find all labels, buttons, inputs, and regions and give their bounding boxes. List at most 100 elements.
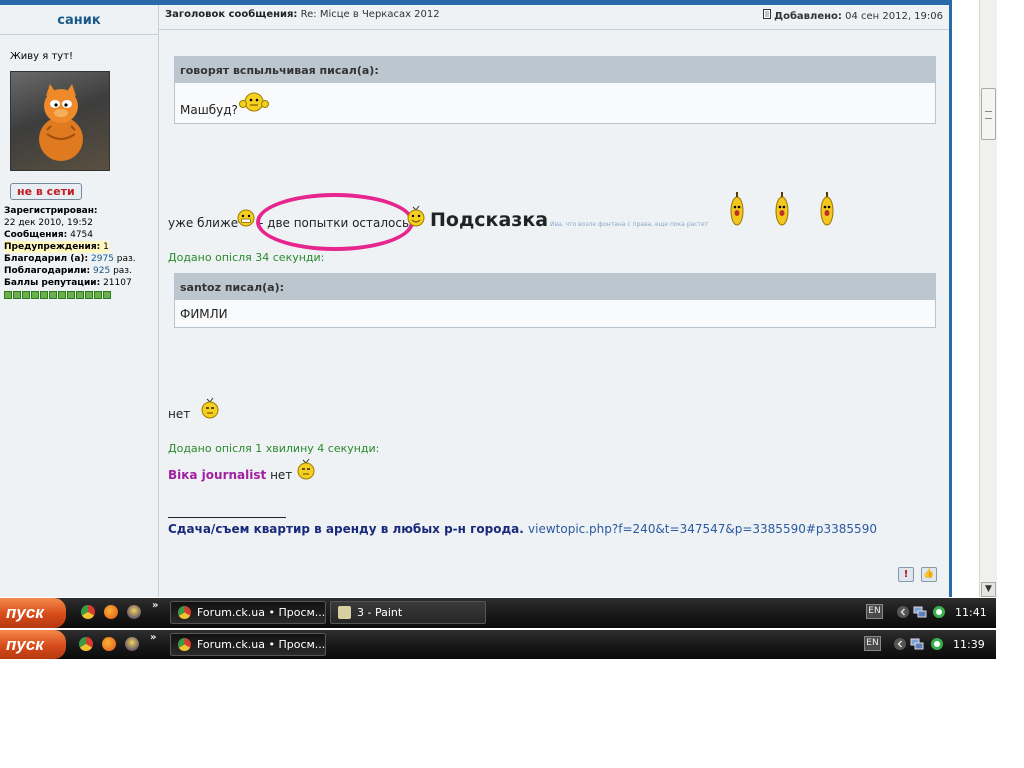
rep-square — [67, 291, 75, 299]
thanks-button[interactable]: 👍 — [921, 567, 937, 582]
post-icon — [762, 9, 771, 19]
report-button[interactable]: ! — [898, 567, 914, 582]
screenshot: саник Живу я тут! не в сети Зарегистриро… — [0, 0, 1024, 768]
registered-value: 22 дек 2010, 19:52 — [4, 218, 93, 228]
added-after-note: Додано опісля 34 секунди: — [168, 251, 325, 264]
mentioned-author: Віка journalist — [168, 468, 267, 482]
signature-text: Сдача/съем квартир в аренду в любых р-н … — [168, 522, 524, 536]
network-tray-icon[interactable] — [913, 605, 927, 619]
thanked-unit: раз. — [116, 254, 136, 264]
scrollbar-thumb[interactable] — [981, 88, 996, 140]
warnings-label: Предупреждения: — [4, 242, 101, 252]
paint-icon — [338, 606, 351, 619]
hint-dash: - — [542, 214, 547, 228]
start-button[interactable]: пуск — [0, 598, 66, 628]
rep-square — [4, 291, 12, 299]
post-text-closer: уже ближе — [168, 216, 239, 230]
unsure-smiley-icon — [201, 397, 219, 419]
reply-line: Віка journalist нет — [168, 468, 292, 482]
task-label: Forum.ck.ua • Просм... — [197, 638, 326, 651]
banana-dance-icon — [775, 192, 789, 226]
task-button-paint[interactable]: 3 - Paint — [330, 601, 486, 624]
hint-heading: Подсказка — [430, 209, 549, 231]
app-quicklaunch-icon[interactable] — [127, 605, 141, 619]
added-after-note: Додано опісля 1 хвилину 4 секунди: — [168, 442, 380, 455]
got-thanks-unit: раз. — [113, 266, 132, 276]
warnings-value: 1 — [103, 242, 109, 252]
grin-smiley-icon — [237, 209, 255, 227]
chrome-icon — [178, 638, 191, 651]
start-button[interactable]: пуск — [0, 630, 66, 659]
clock[interactable]: 11:39 — [953, 638, 985, 651]
unsure-smiley-icon — [297, 458, 315, 480]
taskbar: пуск » Forum.ck.ua • Просм... 3 - Paint … — [0, 598, 996, 628]
task-button-forum[interactable]: Forum.ck.ua • Просм... — [170, 633, 326, 656]
thanked-link[interactable]: 2975 — [91, 254, 114, 264]
username-link[interactable]: саник — [0, 13, 158, 28]
quote-header: говорят вспыльчивая писал(а): — [175, 57, 935, 83]
status-tray-icon[interactable] — [932, 605, 946, 619]
rep-square — [22, 291, 30, 299]
rep-square — [13, 291, 21, 299]
cat-avatar-image — [39, 84, 83, 161]
avatar — [10, 71, 110, 171]
subject-label: Заголовок сообщения: — [165, 9, 298, 20]
quote-header: santoz писал(а): — [175, 274, 935, 300]
rep-square — [31, 291, 39, 299]
chrome-quicklaunch-icon[interactable] — [81, 605, 95, 619]
post-header: Заголовок сообщения: Re: Місце в Черкаса… — [159, 0, 949, 30]
scroll-down-button[interactable]: ▼ — [981, 582, 996, 597]
post-subject: Заголовок сообщения: Re: Місце в Черкаса… — [165, 9, 440, 20]
user-info-column: саник Живу я тут! не в сети Зарегистриро… — [0, 5, 159, 597]
got-thanks-link[interactable]: 925 — [93, 266, 110, 276]
quote-text: Машбуд? — [180, 103, 238, 117]
taskbar: пуск » Forum.ck.ua • Просм... EN 11:39 — [0, 630, 996, 659]
post-text-no: нет — [168, 407, 191, 421]
language-indicator[interactable]: EN — [864, 636, 881, 651]
rep-square — [58, 291, 66, 299]
vertical-scrollbar[interactable]: ▼ — [979, 0, 997, 597]
quote-text: ФИМЛИ — [180, 307, 228, 321]
clock[interactable]: 11:41 — [955, 606, 987, 619]
quote-block: говорят вспыльчивая писал(а): Машбуд? — [174, 56, 936, 124]
rep-square — [49, 291, 57, 299]
chrome-quicklaunch-icon[interactable] — [79, 637, 93, 651]
hint-small-text: Ива, что возле фонтана с права, еще пока… — [550, 221, 709, 228]
signature-divider — [168, 517, 286, 518]
tray-expand-icon[interactable] — [893, 637, 907, 651]
firefox-quicklaunch-icon[interactable] — [104, 605, 118, 619]
wink-smiley-icon — [407, 205, 425, 227]
task-label: Forum.ck.ua • Просм... — [197, 606, 326, 619]
reputation-bar — [4, 291, 158, 299]
messages-label: Сообщения: — [4, 230, 68, 240]
subject-text: Re: Місце в Черкасах 2012 — [300, 9, 440, 20]
language-indicator[interactable]: EN — [866, 604, 883, 619]
signature-link[interactable]: viewtopic.php?f=240&t=347547&p=3385590#p… — [528, 522, 877, 536]
task-button-forum[interactable]: Forum.ck.ua • Просм... — [170, 601, 326, 624]
quicklaunch-more[interactable]: » — [152, 600, 158, 611]
post-text-no: нет — [270, 468, 293, 482]
registered-label: Зарегистрирован: — [4, 206, 98, 216]
rep-square — [103, 291, 111, 299]
user-stats: Зарегистрирован: 22 дек 2010, 19:52 Сооб… — [4, 205, 158, 299]
grip-icon — [985, 111, 992, 119]
messages-value: 4754 — [70, 230, 93, 240]
tray-expand-icon[interactable] — [896, 605, 910, 619]
thanked-label: Благодарил (а): — [4, 254, 89, 264]
rep-square — [40, 291, 48, 299]
warnings-row: Предупреждения: 1 — [4, 241, 109, 253]
rep-square — [76, 291, 84, 299]
user-title: Живу я тут! — [10, 51, 74, 62]
banana-dance-icon — [730, 192, 744, 226]
app-quicklaunch-icon[interactable] — [125, 637, 139, 651]
network-tray-icon[interactable] — [910, 637, 924, 651]
rep-square — [85, 291, 93, 299]
task-label: 3 - Paint — [357, 606, 403, 619]
reputation-label: Баллы репутации: — [4, 278, 101, 288]
status-tray-icon[interactable] — [930, 637, 944, 651]
firefox-quicklaunch-icon[interactable] — [102, 637, 116, 651]
banana-dance-icon — [820, 192, 834, 226]
rep-square — [94, 291, 102, 299]
quote-block: santoz писал(а): ФИМЛИ — [174, 273, 936, 328]
quicklaunch-more[interactable]: » — [150, 632, 156, 643]
